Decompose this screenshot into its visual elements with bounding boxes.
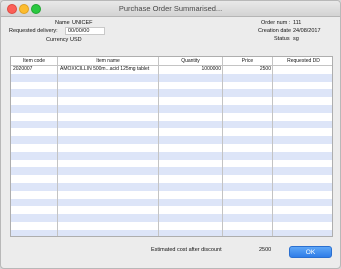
requested-delivery-label: Requested delivery: <box>9 28 58 34</box>
table-row <box>11 120 332 129</box>
table-row <box>11 182 332 191</box>
table-row <box>11 206 332 214</box>
name-label: Name <box>55 20 70 26</box>
table-row <box>11 73 332 82</box>
title-bar: Purchase Order Summarised... <box>1 1 340 17</box>
creation-date-label: Creation date <box>258 28 292 34</box>
requested-delivery-field[interactable]: 00/00/00 <box>65 27 105 35</box>
table-row[interactable]: 2020007 AMOXICILLIN 500m...acid 125mg ta… <box>11 66 332 74</box>
name-value: UNICEF <box>72 20 93 26</box>
table-row <box>11 136 332 144</box>
table-row <box>11 229 332 236</box>
cell-item-code: 2020007 <box>13 66 33 72</box>
table-row <box>11 175 332 183</box>
table-row <box>11 151 332 160</box>
table-row <box>11 104 332 113</box>
table-row <box>11 144 332 152</box>
estimated-cost-label: Estimated cost after discount <box>151 247 222 253</box>
column-divider <box>222 57 223 236</box>
order-lines-table[interactable]: Item code Item name Quantity Price Reque… <box>10 56 333 237</box>
table-row <box>11 128 332 136</box>
status-label: Status <box>274 36 290 42</box>
status-value: sg <box>293 36 299 42</box>
window-title: Purchase Order Summarised... <box>118 4 223 13</box>
cell-quantity: 1000000 <box>201 66 221 72</box>
table-row <box>11 89 332 98</box>
estimated-cost-value: 2500 <box>259 247 272 253</box>
currency-label: Currency <box>46 37 69 43</box>
column-header-item-code[interactable]: Item code <box>11 57 58 65</box>
column-header-price[interactable]: Price <box>223 57 273 65</box>
ok-button[interactable]: OK <box>289 246 332 258</box>
order-num-label: Order num : <box>261 20 291 26</box>
table-row <box>11 191 332 199</box>
creation-date-value: 24/08/2017 <box>293 28 321 34</box>
table-row <box>11 222 332 230</box>
column-header-quantity[interactable]: Quantity <box>159 57 223 65</box>
table-header: Item code Item name Quantity Price Reque… <box>11 57 332 66</box>
cell-price: 2500 <box>259 66 271 72</box>
cell-item-name: AMOXICILLIN 500m...acid 125mg tablet <box>60 66 150 72</box>
column-divider <box>272 57 273 236</box>
currency-value: USD <box>70 37 82 43</box>
column-header-item-name[interactable]: Item name <box>58 57 159 65</box>
cell-requested-dd <box>273 66 332 74</box>
column-header-requested-dd[interactable]: Requested DD <box>273 57 332 65</box>
table-row <box>11 214 332 222</box>
table-row <box>11 113 332 121</box>
column-divider <box>158 57 159 236</box>
table-row <box>11 82 332 90</box>
table-row <box>11 198 332 207</box>
order-num-value: 111 <box>293 20 302 26</box>
purchase-order-window: Purchase Order Summarised... Name UNICEF… <box>0 0 341 269</box>
column-divider <box>57 57 58 236</box>
table-row <box>11 97 332 105</box>
table-row <box>11 167 332 176</box>
table-row <box>11 160 332 168</box>
table-body: 2020007 AMOXICILLIN 500m...acid 125mg ta… <box>11 66 332 236</box>
